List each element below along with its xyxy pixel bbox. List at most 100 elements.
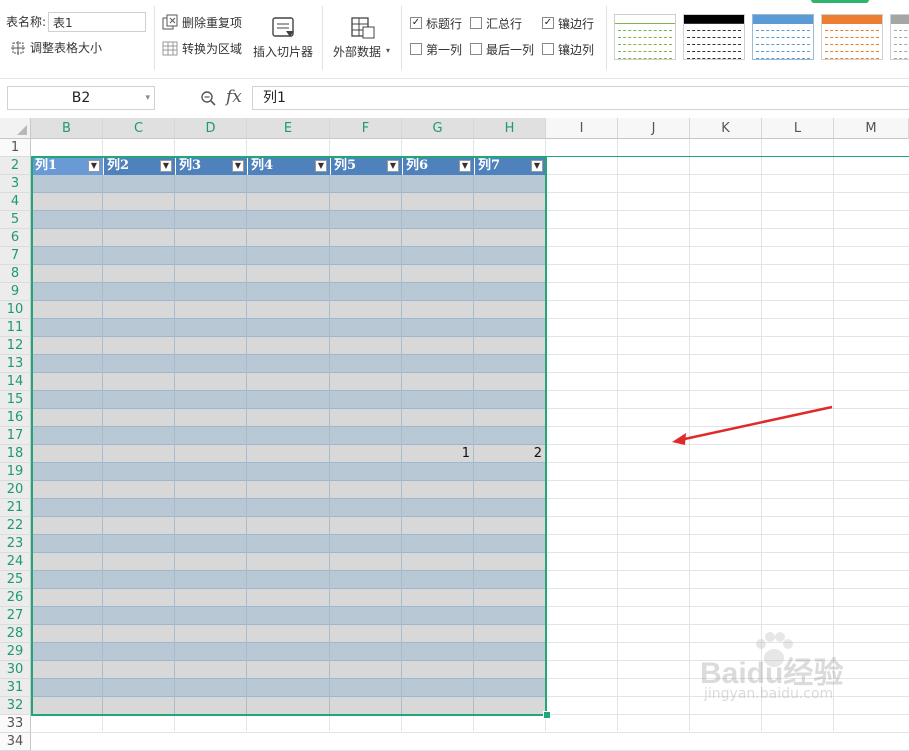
row-header-3[interactable]: 3 (0, 175, 31, 193)
column-header-g[interactable]: G (402, 118, 474, 139)
style-line-swatch (825, 44, 879, 45)
fx-icon[interactable]: fx (226, 87, 242, 107)
row-header-6[interactable]: 6 (0, 229, 31, 247)
style-line-swatch (756, 30, 810, 31)
style-line-swatch (894, 37, 909, 38)
insert-slicer-button[interactable]: 插入切片器 (252, 10, 316, 64)
table-style-thumbnail[interactable] (614, 14, 676, 60)
select-all-corner[interactable] (0, 118, 31, 139)
option-last-column[interactable]: 最后一列 (470, 42, 538, 58)
row-header-16[interactable]: 16 (0, 409, 31, 427)
row-header-13[interactable]: 13 (0, 355, 31, 373)
banded-columns-label: 镶边列 (558, 43, 595, 57)
row-header-8[interactable]: 8 (0, 265, 31, 283)
first-column-checkbox[interactable] (410, 43, 422, 55)
table-style-thumbnail[interactable] (752, 14, 814, 60)
red-arrow-annotation (672, 405, 833, 445)
row-header-28[interactable]: 28 (0, 625, 31, 643)
row-header-10[interactable]: 10 (0, 301, 31, 319)
banded-rows-checkbox[interactable]: ✓ (542, 17, 554, 29)
column-header-j[interactable]: J (618, 118, 690, 139)
style-header-swatch (684, 15, 744, 24)
zoom-icon[interactable] (200, 90, 216, 106)
row-header-22[interactable]: 22 (0, 517, 31, 535)
row-header-25[interactable]: 25 (0, 571, 31, 589)
option-banded-columns[interactable]: 镶边列 (542, 42, 602, 58)
column-header-f[interactable]: F (330, 118, 402, 139)
column-header-i[interactable]: I (546, 118, 618, 139)
style-line-swatch (756, 58, 810, 59)
style-line-swatch (687, 58, 741, 59)
row-header-1[interactable]: 1 (0, 139, 31, 157)
table-name-input[interactable]: 表1 (48, 12, 146, 32)
row-header-30[interactable]: 30 (0, 661, 31, 679)
row-header-26[interactable]: 26 (0, 589, 31, 607)
banded-columns-checkbox[interactable] (542, 43, 554, 55)
style-line-swatch (825, 51, 879, 52)
resize-table-button[interactable]: 调整表格大小 (8, 40, 148, 58)
option-banded-rows[interactable]: ✓ 镶边行 (542, 16, 602, 32)
column-header-l[interactable]: L (762, 118, 834, 139)
row-header-17[interactable]: 17 (0, 427, 31, 445)
style-line-swatch (825, 30, 879, 31)
column-header-e[interactable]: E (247, 118, 330, 139)
option-header-row[interactable]: ✓ 标题行 (410, 16, 466, 32)
row-header-31[interactable]: 31 (0, 679, 31, 697)
external-data-button[interactable]: 外部数据 ▾ (330, 10, 396, 64)
ribbon-separator (606, 6, 607, 70)
column-header-d[interactable]: D (175, 118, 247, 139)
table-style-thumbnail[interactable] (890, 14, 909, 60)
row-header-19[interactable]: 19 (0, 463, 31, 481)
column-header-m[interactable]: M (834, 118, 909, 139)
row-header-33[interactable]: 33 (0, 715, 31, 733)
style-header-swatch (822, 15, 882, 24)
row-header-4[interactable]: 4 (0, 193, 31, 211)
table-style-thumbnail[interactable] (821, 14, 883, 60)
row-header-7[interactable]: 7 (0, 247, 31, 265)
row-header-18[interactable]: 18 (0, 445, 31, 463)
total-row-label: 汇总行 (486, 17, 523, 31)
row-header-12[interactable]: 12 (0, 337, 31, 355)
style-line-swatch (894, 44, 909, 45)
table-style-thumbnail[interactable] (683, 14, 745, 60)
table-selection-border (31, 156, 547, 716)
banded-rows-label: 镶边行 (558, 17, 595, 31)
fill-handle[interactable] (543, 711, 551, 719)
option-first-column[interactable]: 第一列 (410, 42, 466, 58)
header-row-checkbox[interactable]: ✓ (410, 17, 422, 29)
total-row-checkbox[interactable] (470, 17, 482, 29)
formula-input[interactable]: 列1 (252, 86, 909, 110)
header-row-label: 标题行 (426, 17, 463, 31)
ribbon-accent-bar (811, 0, 869, 3)
row-header-11[interactable]: 11 (0, 319, 31, 337)
remove-duplicates-button[interactable]: 删除重复项 (162, 14, 248, 32)
grid-line (617, 139, 618, 731)
row-header-20[interactable]: 20 (0, 481, 31, 499)
style-line-swatch (687, 44, 741, 45)
row-header-27[interactable]: 27 (0, 607, 31, 625)
row-header-15[interactable]: 15 (0, 391, 31, 409)
convert-to-range-button[interactable]: 转换为区域 (162, 40, 248, 58)
column-header-k[interactable]: K (690, 118, 762, 139)
row-header-2[interactable]: 2 (0, 157, 31, 175)
style-line-swatch (618, 51, 672, 52)
column-header-b[interactable]: B (31, 118, 103, 139)
last-column-checkbox[interactable] (470, 43, 482, 55)
cell-reference: B2 (71, 90, 91, 106)
column-header-h[interactable]: H (474, 118, 546, 139)
row-header-23[interactable]: 23 (0, 535, 31, 553)
row-header-24[interactable]: 24 (0, 553, 31, 571)
name-box-chevron-icon[interactable]: ▾ (145, 87, 150, 109)
row-header-21[interactable]: 21 (0, 499, 31, 517)
resize-table-label: 调整表格大小 (30, 41, 103, 55)
row-header-9[interactable]: 9 (0, 283, 31, 301)
row-header-5[interactable]: 5 (0, 211, 31, 229)
style-line-swatch (756, 51, 810, 52)
row-header-32[interactable]: 32 (0, 697, 31, 715)
row-header-29[interactable]: 29 (0, 643, 31, 661)
column-header-c[interactable]: C (103, 118, 175, 139)
name-box[interactable]: B2 ▾ (7, 86, 155, 110)
row-header-14[interactable]: 14 (0, 373, 31, 391)
option-total-row[interactable]: 汇总行 (470, 16, 530, 32)
row-header-34[interactable]: 34 (0, 733, 31, 751)
